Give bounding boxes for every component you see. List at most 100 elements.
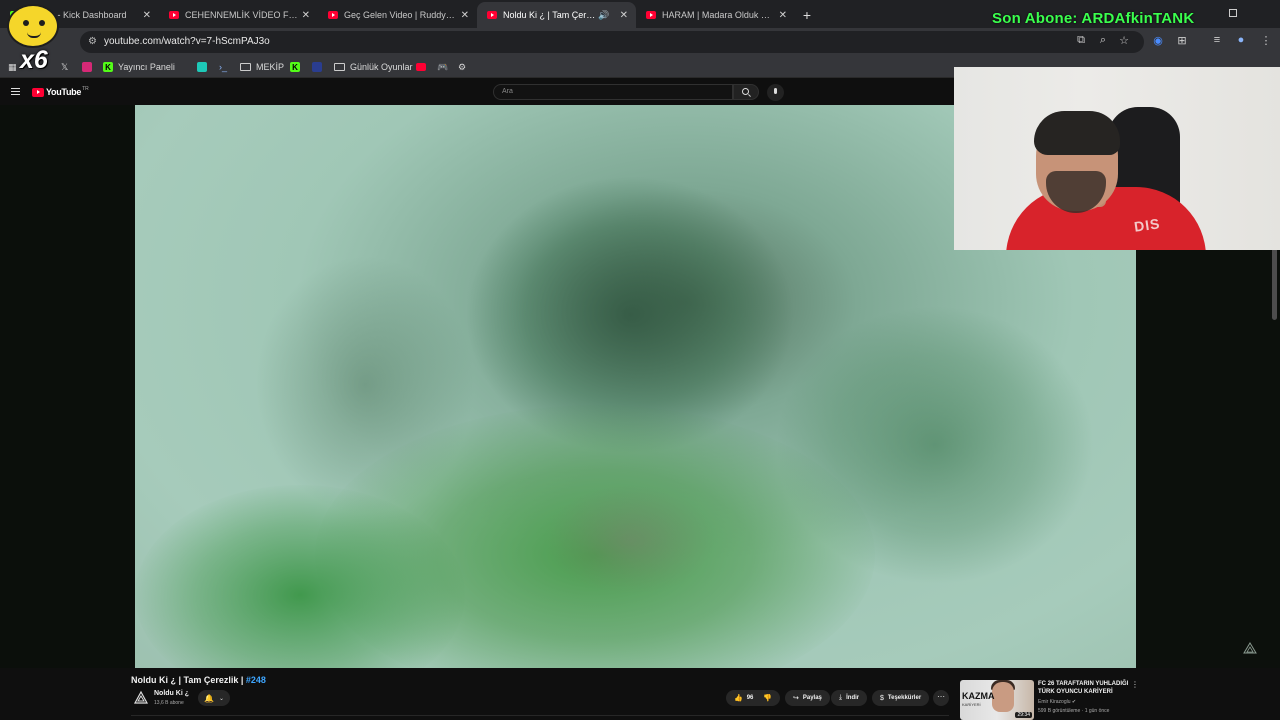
kick-icon: K (290, 62, 300, 72)
share-button[interactable]: ↪ Paylaş (785, 690, 830, 706)
search-input[interactable]: Ara (493, 84, 733, 100)
mascot-mouth (27, 32, 41, 38)
bell-icon: 🔔 (204, 693, 214, 703)
thanks-button[interactable]: $ Teşekkürler (872, 690, 930, 706)
bookmark-gamepad[interactable]: 🎮 (437, 60, 448, 74)
thumbs-up-icon: 👍 (734, 695, 743, 702)
bookmark-youtube[interactable] (416, 60, 431, 74)
speaker-icon[interactable]: 🔊 (598, 10, 609, 21)
recommended-video-thumbnail[interactable]: KAZMA KARİYERİ 29:34 (960, 680, 1034, 720)
reading-list-icon[interactable]: ≡ (1210, 34, 1224, 46)
like-count: 96 (746, 695, 754, 701)
extensions-puzzle-icon[interactable]: ⊞ (1175, 34, 1189, 47)
bookmark-gear[interactable]: ⚙ (458, 60, 466, 74)
zoom-icon[interactable]: ⌕ (1096, 34, 1110, 47)
bookmark-star-icon[interactable]: ☆ (1117, 34, 1131, 47)
video-title-text: Noldu Ki ¿ | Tam Çerezlik | (131, 675, 246, 685)
recommended-meta: 599 B görüntüleme · 1 gün önce (1038, 708, 1110, 714)
video-hashtag[interactable]: #248 (246, 675, 266, 685)
mascot-face-icon (7, 4, 59, 48)
tab-gec-gelen[interactable]: Geç Gelen Video | Ruddy - You ✕ (318, 2, 477, 28)
bookmark-label: MEKİP (256, 62, 285, 72)
extension-icon[interactable]: ◉ (1151, 34, 1165, 47)
voice-search-icon[interactable] (767, 84, 784, 101)
channel-avatar[interactable] (133, 690, 149, 706)
close-icon[interactable]: ✕ (779, 10, 787, 21)
channel-name[interactable]: Noldu Ki ¿ (154, 690, 189, 697)
youtube-icon (487, 11, 497, 19)
divider (131, 715, 949, 716)
tab-title: Noldu Ki ¿ | Tam Çerezlik | # (503, 10, 598, 20)
webcam-overlay: DIS (954, 67, 1280, 250)
multiplier-badge: x6 (20, 46, 48, 74)
tab-title: CEHENNEMLİK VİDEO FENA | In (185, 10, 298, 20)
youtube-logo[interactable]: YouTube TR (32, 86, 89, 97)
video-title: Noldu Ki ¿ | Tam Çerezlik | #248 (131, 675, 266, 685)
install-app-icon[interactable]: ⧉ (1074, 34, 1088, 47)
new-tab-button[interactable]: + (795, 2, 819, 28)
like-dislike-button[interactable]: 👍 96 👎 (726, 690, 780, 706)
gamepad-icon: 🎮 (437, 61, 449, 72)
url-text[interactable]: youtube.com/watch?v=7-hScmPAJ3o (104, 36, 270, 47)
search-placeholder: Ara (502, 88, 513, 95)
close-icon[interactable]: ✕ (143, 10, 151, 21)
download-label: İndir (846, 695, 860, 701)
bookmark-app-2[interactable] (312, 60, 327, 74)
address-bar[interactable]: ⚙ youtube.com/watch?v=7-hScmPAJ3o (80, 31, 1144, 53)
bookmark-gunluk-oyunlar[interactable]: Günlük Oyunlar (334, 60, 413, 74)
youtube-icon (328, 11, 338, 19)
menu-kebab-icon[interactable]: ⋮ (1259, 34, 1273, 47)
video-frame-blur (545, 485, 715, 595)
recommended-menu-icon[interactable]: ⋮ (1131, 680, 1139, 689)
bookmark-prompt[interactable]: ›_ (219, 60, 227, 74)
thanks-icon: $ (880, 694, 884, 702)
notification-bell-button[interactable]: 🔔 ⌄ (198, 690, 230, 706)
subscriber-count: 13,6 B abone (154, 700, 184, 706)
thumbs-down-icon: 👎 (763, 695, 773, 702)
chevron-down-icon: ⌄ (218, 695, 224, 702)
bookmark-instagram[interactable] (82, 60, 97, 74)
video-duration: 29:34 (1015, 712, 1032, 718)
gear-icon: ⚙ (458, 61, 467, 72)
bookmark-kick[interactable]: K (290, 60, 305, 74)
youtube-icon (169, 11, 179, 19)
mascot-eye (23, 20, 29, 26)
youtube-icon (416, 63, 426, 71)
window-restore-icon[interactable] (1229, 9, 1237, 17)
download-button[interactable]: ⤓ İndir (831, 690, 868, 706)
folder-icon (334, 63, 345, 71)
bookmark-label: Yayıncı Paneli (118, 62, 175, 72)
tab-cehennemlik[interactable]: CEHENNEMLİK VİDEO FENA | In ✕ (159, 2, 318, 28)
youtube-play-icon (32, 87, 44, 97)
share-label: Paylaş (802, 695, 822, 701)
thumbnail-text: KAZMA (962, 691, 995, 701)
profile-icon[interactable]: ● (1234, 34, 1248, 46)
prompt-icon: ›_ (219, 62, 228, 72)
hamburger-menu-icon[interactable] (11, 88, 20, 95)
watermark-icon (1243, 642, 1257, 654)
site-info-icon[interactable]: ⚙ (88, 36, 97, 47)
download-icon: ⤓ (839, 694, 843, 701)
thumbnail-person (992, 682, 1014, 712)
close-icon[interactable]: ✕ (620, 10, 628, 21)
recommended-video-title[interactable]: FC 26 TARAFTARIN YUHLADIĞI TÜRK OYUNCU K… (1038, 680, 1130, 696)
app-icon (312, 62, 322, 72)
bookmark-app[interactable] (197, 60, 212, 74)
close-icon[interactable]: ✕ (461, 10, 469, 21)
search-button[interactable] (733, 84, 759, 100)
streamer-hair (1034, 111, 1120, 155)
close-icon[interactable]: ✕ (302, 10, 310, 21)
verified-icon: ✔ (1071, 699, 1077, 705)
mascot-eye (39, 20, 45, 26)
bookmark-label: Günlük Oyunlar (350, 62, 413, 72)
search-icon (742, 88, 749, 95)
thanks-label: Teşekkürler (887, 695, 922, 701)
tab-title: HARAM | Madara Olduk #580 - (662, 10, 775, 20)
stream-mascot-overlay: x6 (2, 2, 68, 74)
bookmark-mekip[interactable]: MEKİP (240, 60, 284, 74)
thumbnail-subtext: KARİYERİ (962, 702, 981, 707)
tab-noldu-ki[interactable]: Noldu Ki ¿ | Tam Çerezlik | # 🔊 ✕ (477, 2, 636, 28)
bookmark-yayinci-paneli[interactable]: K Yayıncı Paneli (103, 60, 175, 74)
more-actions-button[interactable]: ⋯ (933, 690, 949, 706)
tab-haram[interactable]: HARAM | Madara Olduk #580 - ✕ (636, 2, 795, 28)
